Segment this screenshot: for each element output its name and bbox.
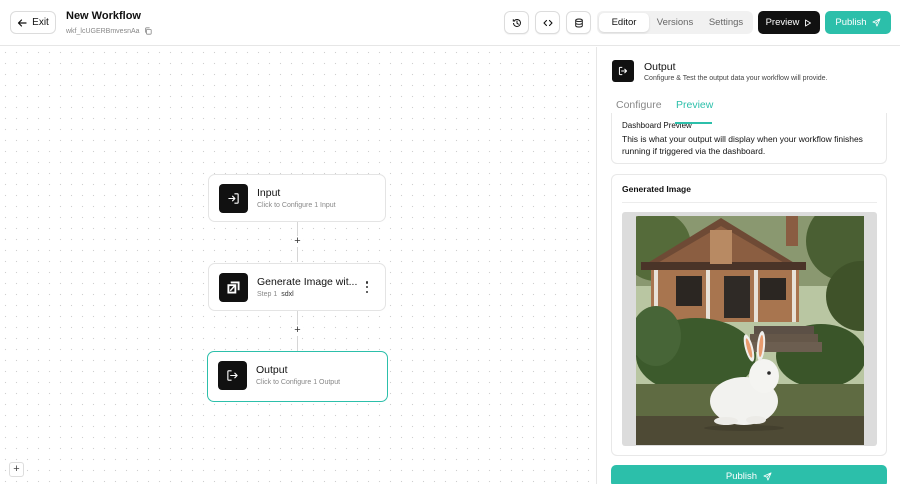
generated-image[interactable] <box>636 216 864 445</box>
output-icon <box>227 370 238 381</box>
send-icon <box>872 18 881 27</box>
view-tabs: Editor Versions Settings <box>597 11 753 34</box>
panel-subtitle: Configure & Test the output data your wo… <box>644 75 828 82</box>
history-button[interactable] <box>504 11 529 34</box>
panel-title: Output <box>644 61 676 73</box>
play-icon <box>805 19 812 26</box>
workflow-id-text: wkf_lcUGERBmvesnAa <box>66 27 140 35</box>
node-generate-icon-box <box>219 273 248 302</box>
image-frame <box>622 212 877 446</box>
node-title: Generate Image wit... <box>257 276 358 288</box>
node-output[interactable]: Output Click to Configure 1 Output <box>207 351 388 402</box>
top-bar: Exit New Workflow wkf_lcUGERBmvesnAa Edi… <box>0 0 900 46</box>
workflow-title: New Workflow <box>66 10 141 22</box>
node-step-label: Step 1 <box>257 291 278 298</box>
workflow-canvas[interactable]: + + Input Click to Configure 1 Input Gen… <box>0 47 596 484</box>
code-icon <box>542 19 553 26</box>
node-model-tag: sdxl <box>281 291 294 298</box>
node-subtitle: Click to Configure 1 Input <box>257 202 336 209</box>
node-menu-icon[interactable] <box>365 281 369 293</box>
publish-label: Publish <box>725 470 758 482</box>
generated-image-card: Generated Image <box>611 174 887 456</box>
exit-button[interactable]: Exit <box>10 11 56 34</box>
preview-button[interactable]: Preview <box>758 11 820 34</box>
dashboard-preview-text: This is what your output will display wh… <box>622 134 863 156</box>
node-subtitle: Step 1 sdxl <box>257 291 294 298</box>
code-button[interactable] <box>535 11 560 34</box>
node-generate-image[interactable]: Generate Image wit... Step 1 sdxl <box>208 263 386 311</box>
house-rabbit-illustration <box>636 216 864 445</box>
tab-editor[interactable]: Editor <box>599 13 649 32</box>
divider <box>622 202 877 203</box>
copy-icon[interactable] <box>144 27 152 35</box>
output-config-panel: Output Configure & Test the output data … <box>596 47 900 484</box>
tab-preview[interactable]: Preview <box>676 99 713 111</box>
active-tab-indicator <box>675 122 712 124</box>
zoom-in-button[interactable]: + <box>9 462 24 477</box>
node-subtitle: Click to Configure 1 Output <box>256 379 341 386</box>
database-icon <box>574 18 583 27</box>
dashboard-preview-card: Dashboard Preview This is what your outp… <box>611 113 887 164</box>
node-input-icon-box <box>219 184 248 213</box>
publish-label: Publish <box>835 17 867 28</box>
node-input[interactable]: Input Click to Configure 1 Input <box>208 174 386 222</box>
node-title: Input <box>257 187 281 199</box>
model-logo-icon <box>227 281 240 294</box>
database-button[interactable] <box>566 11 591 34</box>
arrow-left-icon <box>18 18 27 27</box>
tab-configure[interactable]: Configure <box>616 99 662 111</box>
tab-settings[interactable]: Settings <box>701 13 751 32</box>
exit-label: Exit <box>32 17 49 28</box>
add-step-button[interactable]: + <box>292 236 303 247</box>
output-icon <box>618 66 628 76</box>
generated-image-title: Generated Image <box>622 184 691 194</box>
preview-label: Preview <box>765 17 800 28</box>
add-step-button[interactable]: + <box>292 325 303 336</box>
input-icon <box>228 193 239 204</box>
panel-output-icon-box <box>612 60 634 82</box>
history-icon <box>512 18 521 27</box>
tab-versions[interactable]: Versions <box>649 13 701 32</box>
node-output-icon-box <box>218 361 247 390</box>
publish-button-bottom[interactable]: Publish <box>611 465 887 484</box>
publish-button[interactable]: Publish <box>825 11 891 34</box>
send-icon <box>763 471 772 481</box>
workflow-id: wkf_lcUGERBmvesnAa <box>66 27 152 35</box>
node-title: Output <box>256 364 288 376</box>
